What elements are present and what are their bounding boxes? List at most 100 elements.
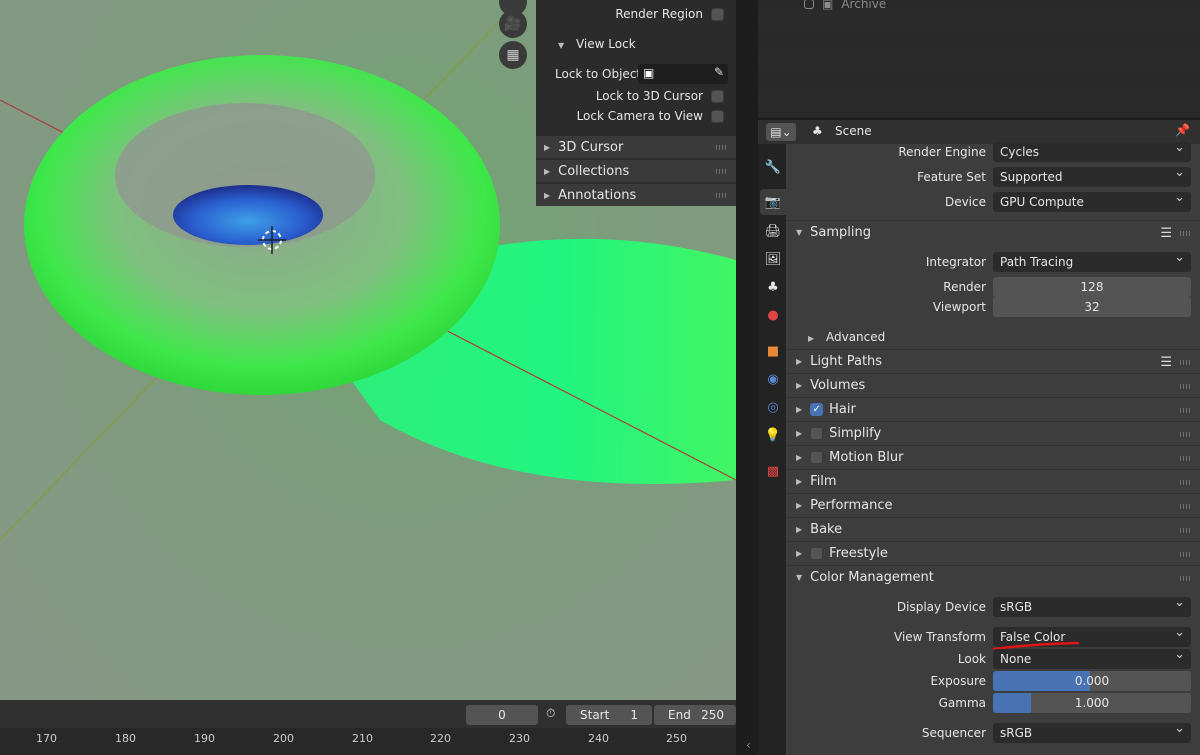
section-3d-cursor[interactable]: ▶ 3D Cursor [536,135,736,158]
lock-cursor-label: Lock to 3D Cursor [595,89,703,103]
panel-sampling[interactable]: ▼ Sampling ☰ [786,220,1200,244]
drag-handle-icon[interactable] [1180,408,1192,413]
look-dropdown[interactable]: None [993,645,1191,669]
panel-performance[interactable]: ▶ Performance [786,493,1200,517]
editor-type-button[interactable]: ▤⌄ [766,123,796,141]
tick-label: 240 [588,732,609,745]
texture-tab-icon[interactable]: ▩ [760,458,786,484]
motion-blur-checkbox[interactable] [810,451,824,464]
drag-handle-icon[interactable] [1180,552,1192,557]
render-engine-dropdown[interactable]: Cycles [993,138,1191,162]
section-label: Collections [558,163,630,179]
panel-bake[interactable]: ▶ Bake [786,517,1200,541]
view-layer-tab-icon[interactable]: 🖼 [760,246,786,272]
panel-light-paths[interactable]: ▶ Light Paths ☰ [786,349,1200,373]
area-splitter[interactable] [736,0,758,755]
lock-cursor-row[interactable]: Lock to 3D Cursor [536,86,736,106]
panel-motion-blur[interactable]: ▶ Motion Blur [786,445,1200,469]
end-frame-field[interactable]: End 250 [654,705,736,725]
sequencer-label: Sequencer [921,726,986,740]
panel-volumes[interactable]: ▶ Volumes [786,373,1200,397]
render-samples-field[interactable]: 128 [993,277,1191,297]
panel-film[interactable]: ▶ Film [786,469,1200,493]
drag-handle-icon[interactable] [1180,576,1192,581]
hair-checkbox[interactable]: ✓ [810,403,824,416]
physics-tab-icon[interactable]: ◎ [760,394,786,420]
expand-right-icon: ▶ [796,525,803,534]
drag-handle-icon[interactable] [1180,528,1192,533]
timeline[interactable]: 0 ⏱ Start 1 End 250 170 180 190 200 210 … [0,700,736,755]
panel-hair[interactable]: ▶ ✓ Hair [786,397,1200,421]
device-label: Device [944,195,986,209]
panel-color-management[interactable]: ▼ Color Management [786,565,1200,589]
eyedropper-icon[interactable]: ✎ [714,65,724,79]
gamma-slider[interactable]: 1.000 [993,693,1191,713]
view-lock-header[interactable]: ▼ View Lock [558,37,636,51]
exclude-checkbox[interactable] [804,0,814,9]
panel-label: Volumes [810,378,866,393]
device-dropdown[interactable]: GPU Compute [993,188,1191,212]
lock-camera-checkbox[interactable] [711,109,724,123]
torus-hole [173,185,323,245]
render-region-checkbox[interactable] [711,7,724,21]
camera-view-icon[interactable]: 🎥 [499,10,527,38]
current-frame-field[interactable]: 0 [466,705,538,725]
view-transform-label: View Transform [894,630,986,644]
sequencer-dropdown[interactable]: sRGB [993,719,1191,743]
section-collections[interactable]: ▶ Collections [536,159,736,182]
outliner-item-archive[interactable]: ▣ Archive [804,0,886,11]
panel-simplify[interactable]: ▶ Simplify [786,421,1200,445]
presets-list-icon[interactable]: ☰ [1160,355,1172,370]
start-value: 1 [630,708,638,722]
drag-handle-icon[interactable] [716,193,728,198]
subpanel-advanced[interactable]: ▶ Advanced [808,330,885,344]
drag-handle-icon[interactable] [716,145,728,150]
panel-label: Performance [810,498,893,513]
viewport-samples-field[interactable]: 32 [993,297,1191,317]
tick-label: 250 [666,732,687,745]
section-annotations[interactable]: ▶ Annotations [536,183,736,206]
drag-handle-icon[interactable] [1180,384,1192,389]
expand-right-icon: ▶ [796,549,803,558]
drag-handle-icon[interactable] [1180,432,1192,437]
scene-tab-icon[interactable]: ♣ [760,274,786,300]
exposure-slider[interactable]: 0.000 [993,671,1191,691]
collapse-arrow-icon[interactable]: ‹ [746,738,751,752]
presets-list-icon[interactable]: ☰ [1160,226,1172,241]
render-region-row[interactable]: Render Region [536,4,736,24]
lock-cursor-checkbox[interactable] [711,89,724,103]
drag-handle-icon[interactable] [716,169,728,174]
panel-label: Bake [810,522,843,537]
lock-object-field[interactable]: ▣ ✎ [638,64,728,84]
object-data-tab-icon[interactable]: 💡 [760,422,786,448]
modifier-tab-icon[interactable]: ◉ [760,366,786,392]
display-device-label: Display Device [896,600,986,614]
panel-freestyle[interactable]: ▶ Freestyle [786,541,1200,565]
drag-handle-icon[interactable] [1180,504,1192,509]
display-device-dropdown[interactable]: sRGB [993,593,1191,617]
output-tab-icon[interactable]: 🖨 [760,218,786,244]
simplify-checkbox[interactable] [810,427,824,440]
start-frame-field[interactable]: Start 1 [566,705,652,725]
integrator-dropdown[interactable]: Path Tracing [993,248,1191,272]
tick-label: 210 [352,732,373,745]
drag-handle-icon[interactable] [1180,480,1192,485]
object-icon: ▣ [643,66,655,80]
drag-handle-icon[interactable] [1180,456,1192,461]
feature-set-dropdown[interactable]: Supported [993,163,1191,187]
drag-handle-icon[interactable] [1180,360,1192,365]
object-tab-icon[interactable]: ■ [760,338,786,364]
ortho-grid-icon[interactable]: ▦ [499,41,527,69]
pin-icon[interactable]: 📌 [1175,123,1190,137]
drag-handle-icon[interactable] [1180,231,1192,236]
render-region-label: Render Region [615,7,703,21]
stopwatch-icon[interactable]: ⏱ [546,706,555,721]
integrator-label: Integrator [925,255,986,269]
outliner[interactable]: ▣ Archive [758,0,1200,118]
lock-camera-row[interactable]: Lock Camera to View [536,106,736,126]
freestyle-checkbox[interactable] [810,547,824,560]
world-tab-icon[interactable]: ● [760,302,786,328]
tick-label: 200 [273,732,294,745]
lock-camera-label: Lock Camera to View [576,109,703,123]
expand-right-icon: ▶ [544,142,551,152]
